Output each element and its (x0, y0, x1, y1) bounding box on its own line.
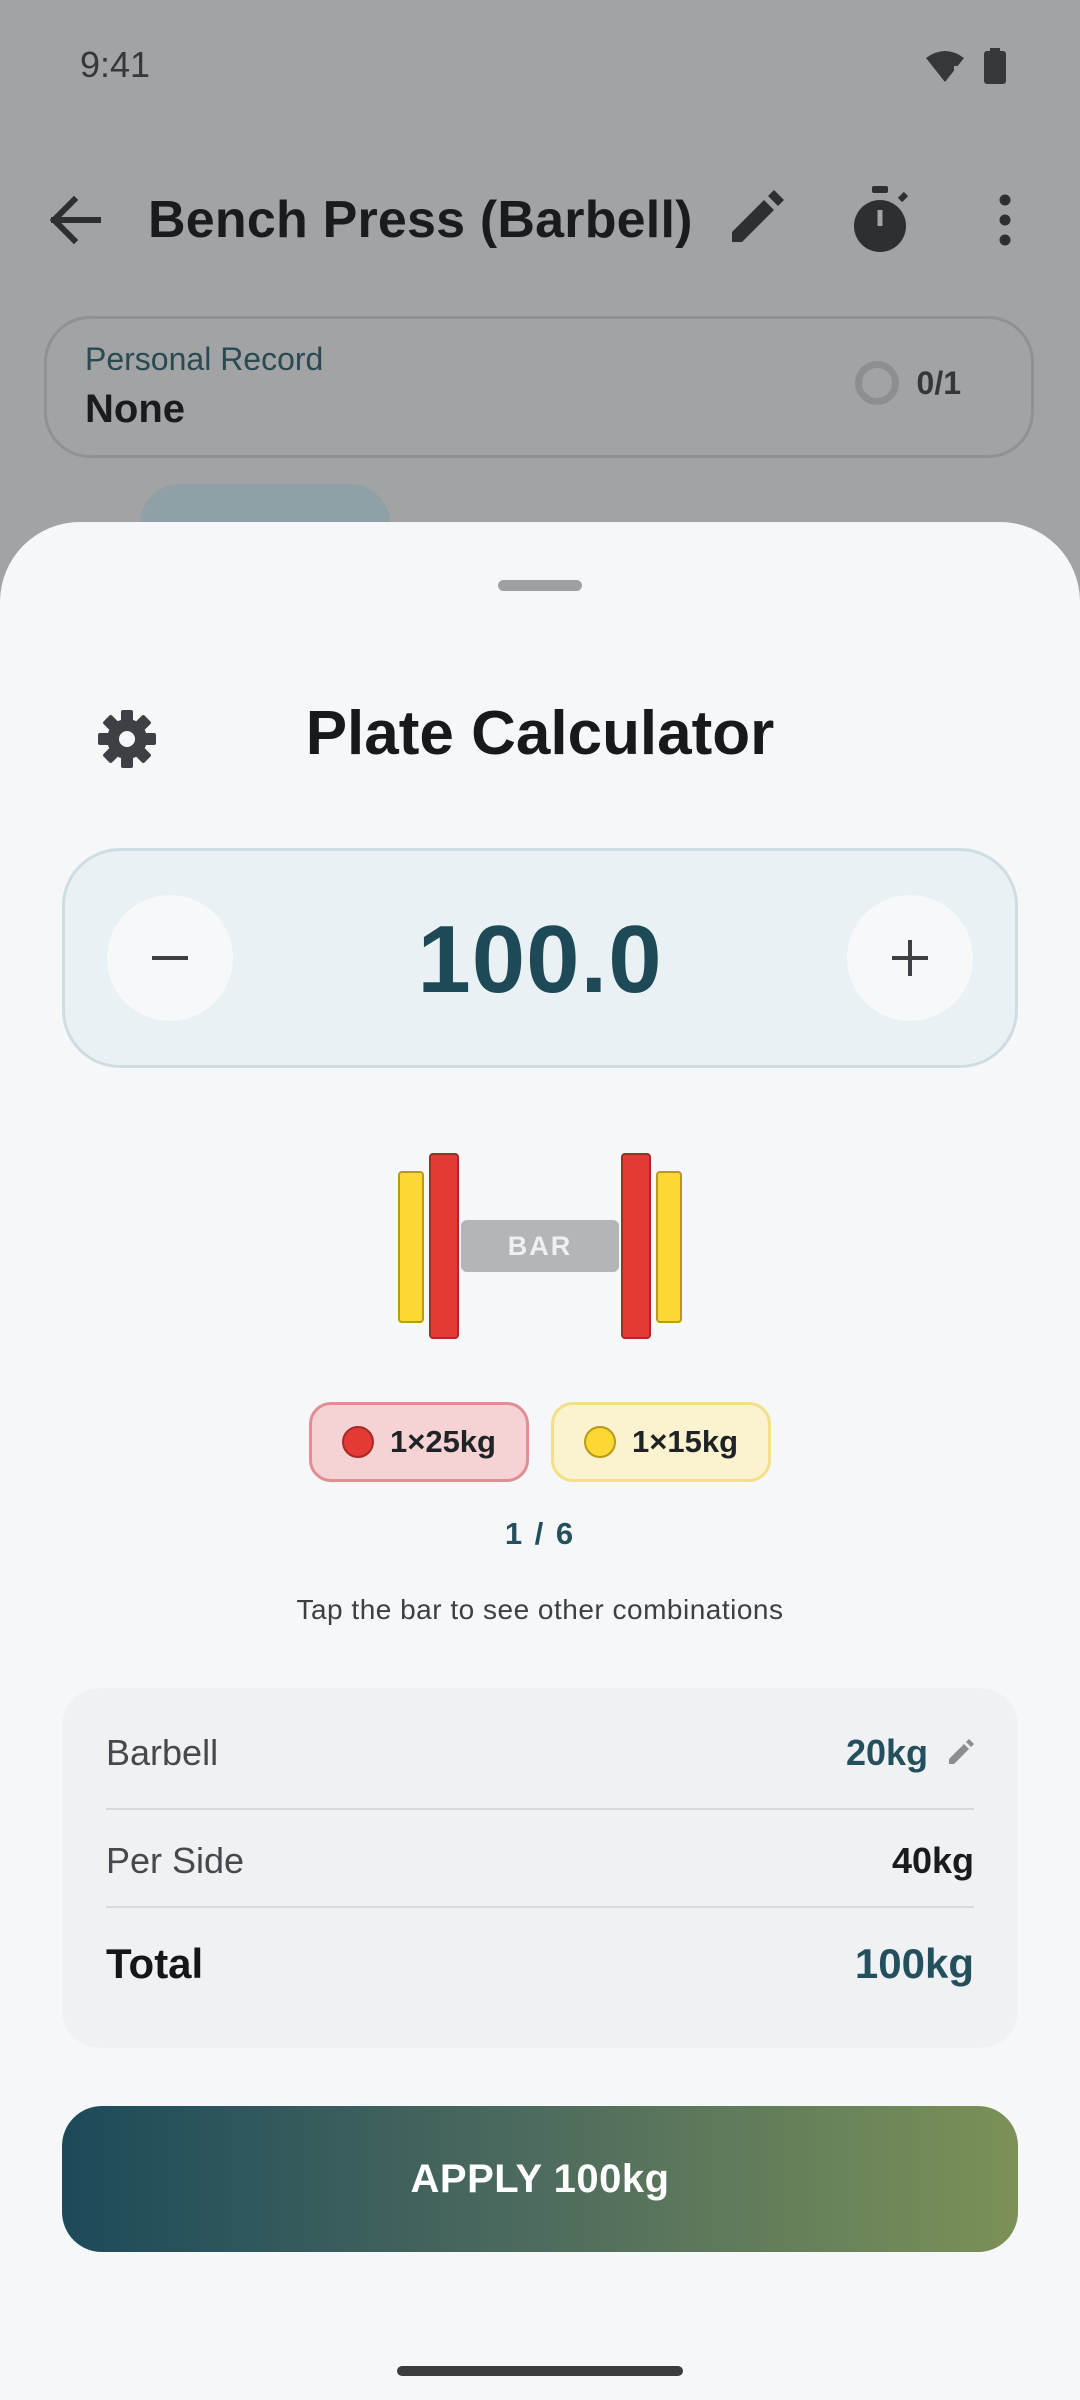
plate-chip-label: 1×15kg (632, 1424, 739, 1459)
exercise-title: Bench Press (Barbell) (148, 191, 693, 249)
sheet-title: Plate Calculator (305, 699, 775, 768)
total-label: Total (106, 1940, 204, 1987)
progress-count: 0/1 (916, 364, 961, 401)
plate-left-25kg (429, 1153, 459, 1339)
personal-record-progress: 0/1 (854, 361, 961, 405)
edit-pencil-icon[interactable] (946, 1739, 974, 1767)
plate-chip-15kg: 1×15kg (551, 1402, 772, 1482)
background-screen: 9:41 Bench Press (Barbell) Personal Reco… (0, 0, 1080, 600)
personal-record-card[interactable]: Personal Record None 0/1 (44, 316, 1034, 458)
red-plate-dot-icon (341, 1426, 374, 1458)
plate-calculator-sheet: Plate Calculator 100.0 BAR 1×25kg 1×15kg… (0, 522, 1080, 2400)
per-side-row: Per Side 40kg (106, 1840, 974, 1882)
combination-hint: Tap the bar to see other combinations (296, 1594, 784, 1625)
per-side-value: 40kg (891, 1840, 974, 1881)
barbell-visual[interactable]: BAR (397, 1152, 683, 1342)
plate-right-25kg (621, 1153, 651, 1339)
back-arrow-icon[interactable] (40, 190, 110, 250)
plate-chips: 1×25kg 1×15kg (0, 1402, 1080, 1482)
apply-weight-button[interactable]: APPLY 100kg (62, 2106, 1018, 2252)
plate-chip-label: 1×25kg (389, 1424, 496, 1459)
barbell-row[interactable]: Barbell 20kg (106, 1732, 974, 1774)
edit-pencil-icon[interactable] (724, 188, 786, 250)
plus-icon (892, 940, 928, 976)
total-value: 100kg (854, 1940, 974, 1987)
barbell-label: Barbell (106, 1732, 219, 1773)
barbell-weight: 20kg (845, 1732, 928, 1773)
combination-index: 1 / 6 (504, 1516, 576, 1551)
plate-right-15kg (656, 1171, 682, 1323)
summary-divider (106, 1808, 974, 1810)
progress-ring-icon (854, 361, 899, 405)
barbell-value[interactable]: 20kg (846, 1732, 974, 1774)
battery-icon (984, 48, 1006, 84)
status-time: 9:41 (80, 44, 151, 85)
app-top-bar: Bench Press (Barbell) (0, 160, 1080, 280)
plate-chip-25kg: 1×25kg (308, 1402, 529, 1482)
personal-record-value: None (85, 387, 185, 431)
status-bar: 9:41 (0, 0, 1080, 130)
increase-weight-button[interactable] (847, 895, 973, 1021)
status-icons (924, 48, 1006, 84)
gesture-nav-handle[interactable] (397, 2366, 683, 2376)
wifi-icon (926, 51, 964, 82)
total-row: Total 100kg (106, 1940, 974, 1988)
per-side-label: Per Side (106, 1840, 245, 1881)
weight-input-box[interactable]: 100.0 (62, 848, 1018, 1068)
plate-left-15kg (398, 1171, 424, 1323)
bar-label: BAR (508, 1231, 573, 1261)
sheet-drag-handle[interactable] (498, 580, 582, 591)
yellow-plate-dot-icon (584, 1426, 616, 1458)
timer-icon[interactable] (848, 186, 912, 254)
summary-divider (106, 1906, 974, 1908)
weight-summary-card: Barbell 20kg Per Side 40kg Total 100kg (62, 1688, 1018, 2048)
personal-record-label: Personal Record (85, 341, 324, 377)
more-options-icon[interactable] (990, 190, 1020, 250)
